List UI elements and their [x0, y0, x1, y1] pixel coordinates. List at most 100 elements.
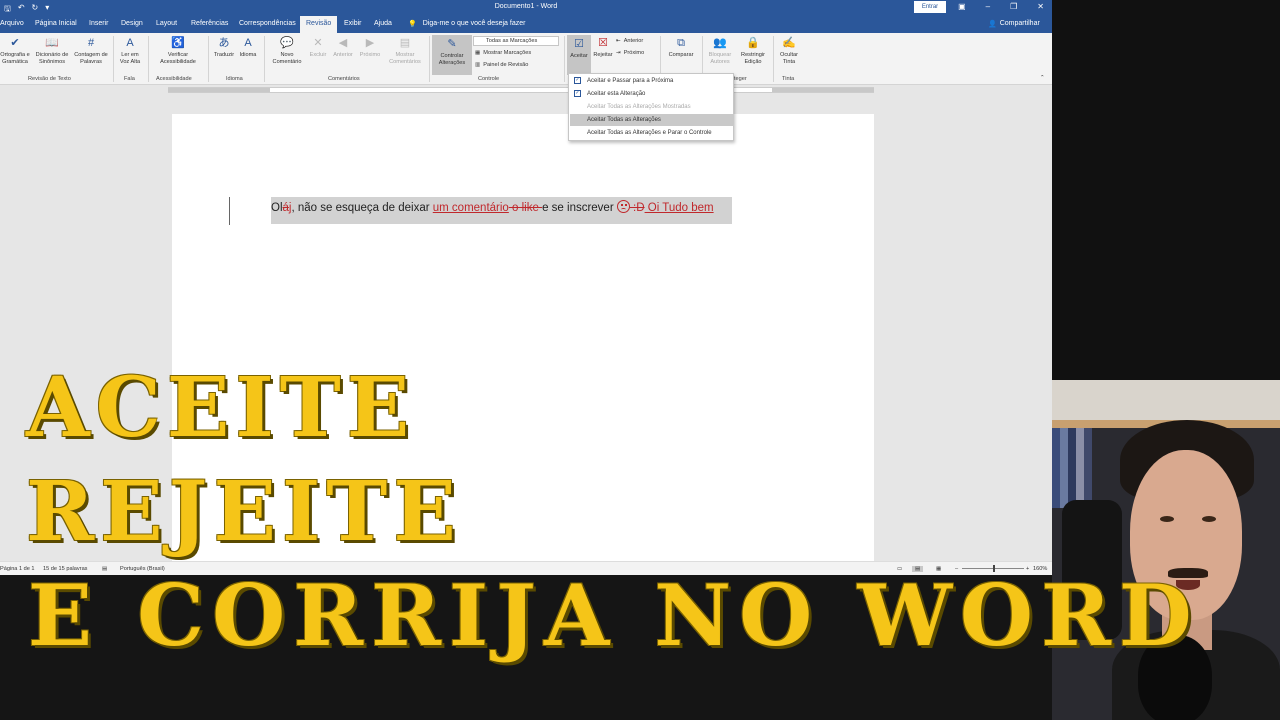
title-bar: 🖫 ↶ ↻ ▾ Documento1 - Word Entrar ▣ – ❐ ✕: [0, 0, 1052, 16]
show-markup-icon: ▦: [475, 50, 481, 56]
reject-icon: ☒: [598, 37, 608, 49]
video-frame: 🖫 ↶ ↻ ▾ Documento1 - Word Entrar ▣ – ❐ ✕…: [0, 0, 1280, 720]
accept-next-icon: ✓: [574, 77, 581, 84]
ribbon-revisao: ✔ Ortografia e Gramática 📖 Dicionário de S…: [0, 33, 1052, 85]
tab-revisao[interactable]: Revisão: [300, 16, 338, 33]
compare-icon: ⧉: [677, 37, 685, 49]
lock-icon: 🔒: [746, 37, 760, 49]
document-paragraph[interactable]: Oláj, não se esqueça de deixar um coment…: [271, 197, 732, 224]
show-comments-icon: ▤: [399, 37, 411, 49]
menu-item-accept-all-stop-tracking[interactable]: Aceitar Todas as Alterações e Parar o Co…: [570, 127, 734, 139]
share-button[interactable]: 👤 Compartilhar: [988, 20, 1040, 28]
group-label-comments: Comentários: [328, 76, 360, 82]
overlay-title-line1: ACEITE: [26, 360, 416, 456]
thesaurus-button[interactable]: 📖 Dicionário de Sinônimos: [32, 36, 72, 66]
webcam-wall: [1052, 380, 1280, 420]
tell-me-box[interactable]: 💡 Diga-me o que você deseja fazer: [408, 20, 525, 28]
horizontal-ruler[interactable]: [168, 87, 874, 93]
new-comment-icon: 💬: [280, 37, 294, 49]
deleted-text[interactable]: :D: [630, 202, 645, 214]
word-count-icon: #: [87, 37, 95, 49]
close-icon[interactable]: ✕: [1037, 2, 1044, 11]
group-separator: [148, 36, 149, 82]
tab-referencias[interactable]: Referências: [191, 20, 228, 27]
accept-change-icon: ✓: [574, 90, 581, 97]
read-aloud-icon: A: [126, 37, 134, 49]
webcam-eye: [1202, 516, 1216, 522]
markup-display-select[interactable]: Todas as Marcações: [473, 36, 559, 46]
group-separator: [773, 36, 774, 82]
tab-inserir[interactable]: Inserir: [89, 20, 108, 27]
group-separator: [264, 36, 265, 82]
next-comment-button[interactable]: ▶ Próximo: [356, 36, 384, 59]
group-label-tracking: Controle: [478, 76, 500, 82]
restrict-editing-button[interactable]: 🔒 Restringir Edição: [736, 36, 770, 66]
review-pane-button[interactable]: ▥ Painel de Revisão: [475, 62, 528, 68]
ruler-right-margin: [772, 88, 874, 92]
spelling-button[interactable]: ✔ Ortografia e Gramática: [0, 36, 30, 66]
change-bar: [229, 197, 230, 225]
block-authors-button[interactable]: 👥 Bloquear Autores: [704, 36, 736, 66]
compare-button[interactable]: ⧉ Comparar: [663, 36, 699, 59]
previous-comment-button[interactable]: ◀ Anterior: [330, 36, 356, 59]
collapse-ribbon-button[interactable]: ⌃: [1040, 75, 1045, 81]
ribbon-display-icon[interactable]: ▣: [958, 2, 966, 11]
spellcheck-icon: ✔: [10, 37, 20, 49]
check-accessibility-button[interactable]: ♿ Verificar Acessibilidade: [150, 36, 206, 66]
tab-arquivo[interactable]: Arquivo: [0, 20, 24, 27]
show-markup-button[interactable]: ▦ Mostrar Marcações: [475, 50, 531, 56]
track-changes-icon: ✎: [447, 38, 457, 50]
overlay-title-line2: REJEITE: [26, 464, 462, 560]
chevron-up-icon: ⌃: [1040, 75, 1045, 81]
group-separator: [564, 36, 565, 82]
person-icon: 👤: [988, 21, 997, 28]
language-icon: A: [244, 37, 252, 49]
deleted-text[interactable]: o like: [509, 202, 542, 214]
next-change-button[interactable]: ⇥ Próximo: [616, 50, 644, 56]
language-button[interactable]: A Idioma: [237, 36, 259, 59]
tab-correspondencias[interactable]: Correspondências: [239, 20, 296, 27]
accept-icon: ☑: [574, 38, 584, 50]
tab-layout[interactable]: Layout: [156, 20, 177, 27]
word-count-button[interactable]: # Contagem de Palavras: [74, 36, 108, 66]
new-comment-button[interactable]: 💬 Novo Comentário: [268, 36, 306, 66]
tab-pagina-inicial[interactable]: Página Inicial: [35, 20, 77, 27]
book-icon: 📖: [45, 37, 59, 49]
read-aloud-button[interactable]: A Ler em Voz Alta: [117, 36, 143, 66]
delete-comment-icon: ✕: [313, 37, 323, 49]
show-comments-button[interactable]: ▤ Mostrar Comentários: [385, 36, 425, 66]
delete-comment-button[interactable]: ✕ Excluir: [306, 36, 330, 59]
previous-comment-icon: ◀: [338, 37, 348, 49]
inserted-text[interactable]: Oi Tudo bem: [645, 202, 714, 214]
maximize-icon[interactable]: ❐: [1010, 2, 1017, 11]
tab-exibir[interactable]: Exibir: [344, 20, 362, 27]
translate-button[interactable]: あ Traduzir: [211, 36, 237, 59]
ribbon-tabs: Arquivo Página Inicial Inserir Design La…: [0, 16, 1052, 33]
tab-ajuda[interactable]: Ajuda: [374, 20, 392, 27]
reject-button[interactable]: ☒ Rejeitar: [591, 36, 615, 59]
sign-in-button[interactable]: Entrar: [914, 1, 946, 13]
ruler-left-margin: [168, 88, 270, 92]
menu-item-accept-all-shown[interactable]: Aceitar Todas as Alterações Mostradas: [570, 101, 734, 113]
menu-item-accept-all-changes[interactable]: Aceitar Todas as Alterações: [570, 114, 734, 126]
accessibility-icon: ♿: [171, 37, 185, 49]
menu-item-accept-this-change[interactable]: ✓ Aceitar esta Alteração: [570, 88, 734, 100]
group-separator: [429, 36, 430, 82]
group-label-accessibility: Acessibilidade: [156, 76, 192, 82]
review-pane-icon: ▥: [475, 62, 481, 68]
smiley-icon: [616, 200, 630, 213]
hide-ink-button[interactable]: ✍ Ocultar Tinta: [776, 36, 802, 66]
next-comment-icon: ▶: [365, 37, 375, 49]
ink-icon: ✍: [782, 37, 796, 49]
minimize-icon[interactable]: –: [986, 2, 990, 11]
menu-item-accept-and-move-next[interactable]: ✓ Aceitar e Passar para a Próxima: [570, 75, 734, 87]
tab-design[interactable]: Design: [121, 20, 143, 27]
track-changes-button[interactable]: ✎ Controlar Alterações: [432, 35, 472, 75]
inserted-text[interactable]: um comentário: [433, 202, 509, 214]
accept-dropdown-menu: ✓ Aceitar e Passar para a Próxima ✓ Aceita…: [568, 73, 734, 141]
text-run: e se inscrever: [542, 202, 617, 214]
accept-button[interactable]: ☑ Aceitar: [567, 35, 591, 75]
group-separator: [208, 36, 209, 82]
previous-change-button[interactable]: ⇤ Anterior: [616, 38, 643, 44]
webcam-eye: [1160, 516, 1174, 522]
